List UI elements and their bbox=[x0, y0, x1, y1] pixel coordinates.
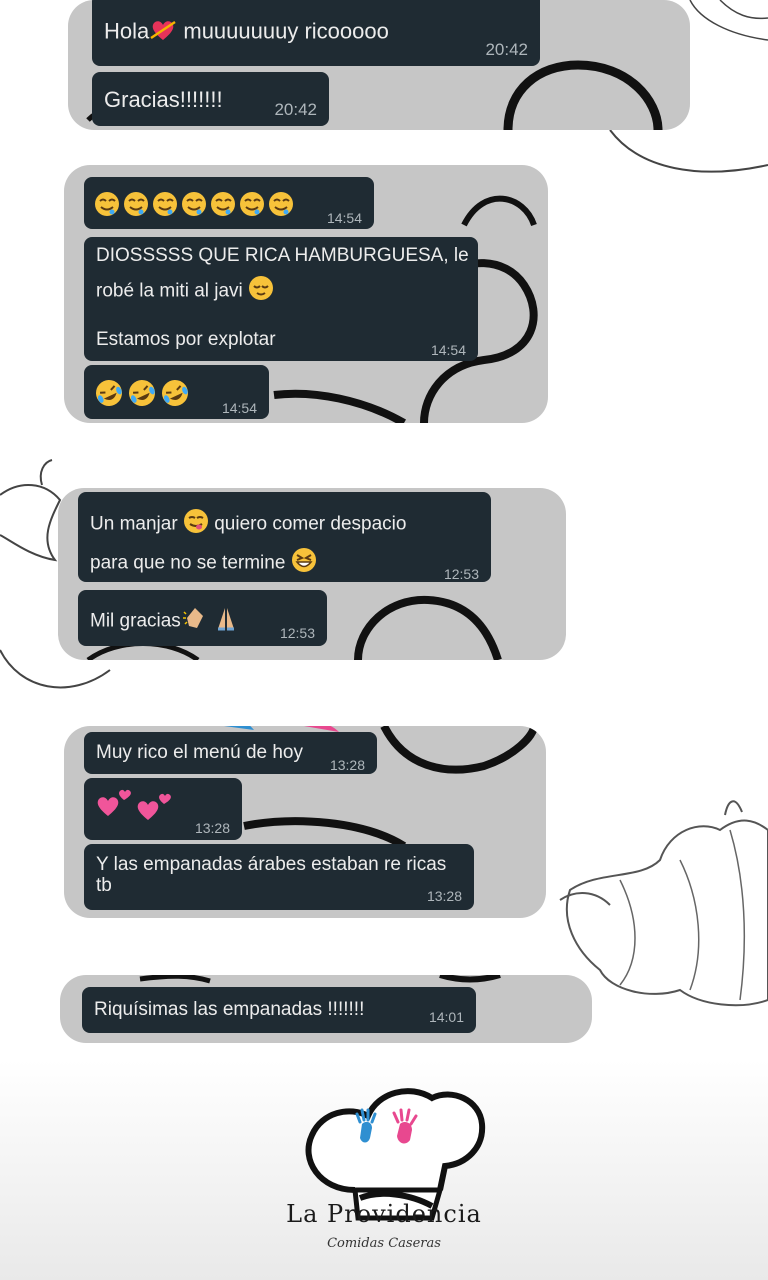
message-bubble[interactable]: Mil gracias 12:53 bbox=[78, 590, 327, 646]
chat-card-4: Muy rico el menú de hoy 13:28 13:28 Y la… bbox=[64, 726, 546, 918]
timestamp: 13:28 bbox=[329, 757, 365, 773]
message-text: tb bbox=[96, 875, 112, 896]
heart-arrow-emoji bbox=[149, 18, 177, 47]
message-text: Estamos por explotar bbox=[96, 329, 276, 350]
timestamp: 14:54 bbox=[430, 342, 466, 358]
message-bubble[interactable]: Riquísimas las empanadas !!!!!!! 14:01 bbox=[82, 987, 476, 1033]
timestamp: 20:42 bbox=[485, 40, 528, 59]
timestamp: 14:01 bbox=[428, 1009, 464, 1025]
message-bubble[interactable]: 14:54 bbox=[84, 365, 269, 419]
brand-name: La Providencia bbox=[286, 1200, 482, 1228]
brand-tagline: Comidas Caseras bbox=[327, 1236, 441, 1251]
message-text: Y las empanadas árabes estaban re ricas bbox=[96, 854, 447, 875]
timestamp: 14:54 bbox=[221, 400, 257, 416]
message-text: Hola bbox=[104, 18, 150, 44]
chat-card-3: Un manjar quiero comer despacio para que… bbox=[58, 488, 566, 660]
message-text: Mil gracias bbox=[90, 610, 181, 632]
clapping-hands-emoji bbox=[181, 604, 209, 639]
rofl-emoji bbox=[94, 374, 194, 414]
message-bubble[interactable]: 14:54 bbox=[84, 177, 374, 229]
message-text: quiero comer despacio bbox=[214, 513, 407, 535]
message-bubble[interactable]: Muy rico el menú de hoy 13:28 bbox=[84, 732, 377, 774]
timestamp: 20:42 bbox=[274, 100, 317, 119]
message-bubble[interactable]: Hola muuuuuuuy ricooooo 20:42 bbox=[92, 0, 540, 66]
message-text: Riquísimas las empanadas !!!!!!! bbox=[94, 999, 365, 1020]
message-bubble[interactable]: Y las empanadas árabes estaban re ricas … bbox=[84, 844, 474, 910]
timestamp: 12:53 bbox=[443, 566, 479, 582]
message-bubble[interactable]: Gracias!!!!!!! 20:42 bbox=[92, 72, 329, 126]
message-text: Gracias!!!!!!! bbox=[104, 87, 223, 112]
two-hearts-emoji bbox=[94, 789, 184, 835]
message-bubble[interactable]: DIOSSSSS QUE RICA HAMBURGUESA, le robé l… bbox=[84, 237, 478, 361]
timestamp: 13:28 bbox=[426, 888, 462, 904]
chat-card-1: Hola muuuuuuuy ricooooo 20:42 Gracias!!!… bbox=[68, 0, 690, 130]
timestamp: 14:54 bbox=[326, 210, 362, 226]
relieved-face-emoji bbox=[248, 275, 274, 308]
message-bubble[interactable]: 13:28 bbox=[84, 778, 242, 840]
timestamp: 13:28 bbox=[194, 820, 230, 836]
chat-card-2: 14:54 DIOSSSSS QUE RICA HAMBURGUESA, le … bbox=[64, 165, 548, 423]
message-bubble[interactable]: Un manjar quiero comer despacio para que… bbox=[78, 492, 491, 582]
message-text: DIOSSSSS QUE RICA HAMBURGUESA, le bbox=[96, 245, 469, 266]
drooling-face-emoji bbox=[94, 191, 294, 223]
message-text: Un manjar bbox=[90, 513, 178, 535]
folded-hands-emoji bbox=[214, 605, 238, 638]
grinning-squint-emoji bbox=[291, 547, 317, 580]
message-text: robé la miti al javi bbox=[96, 280, 243, 302]
message-text: Muy rico el menú de hoy bbox=[96, 742, 303, 763]
message-text: para que no se termine bbox=[90, 552, 286, 574]
savoring-face-emoji bbox=[183, 508, 209, 541]
message-text: muuuuuuuy ricooooo bbox=[177, 18, 389, 44]
chat-card-5: Riquísimas las empanadas !!!!!!! 14:01 bbox=[60, 975, 592, 1043]
timestamp: 12:53 bbox=[279, 625, 315, 641]
